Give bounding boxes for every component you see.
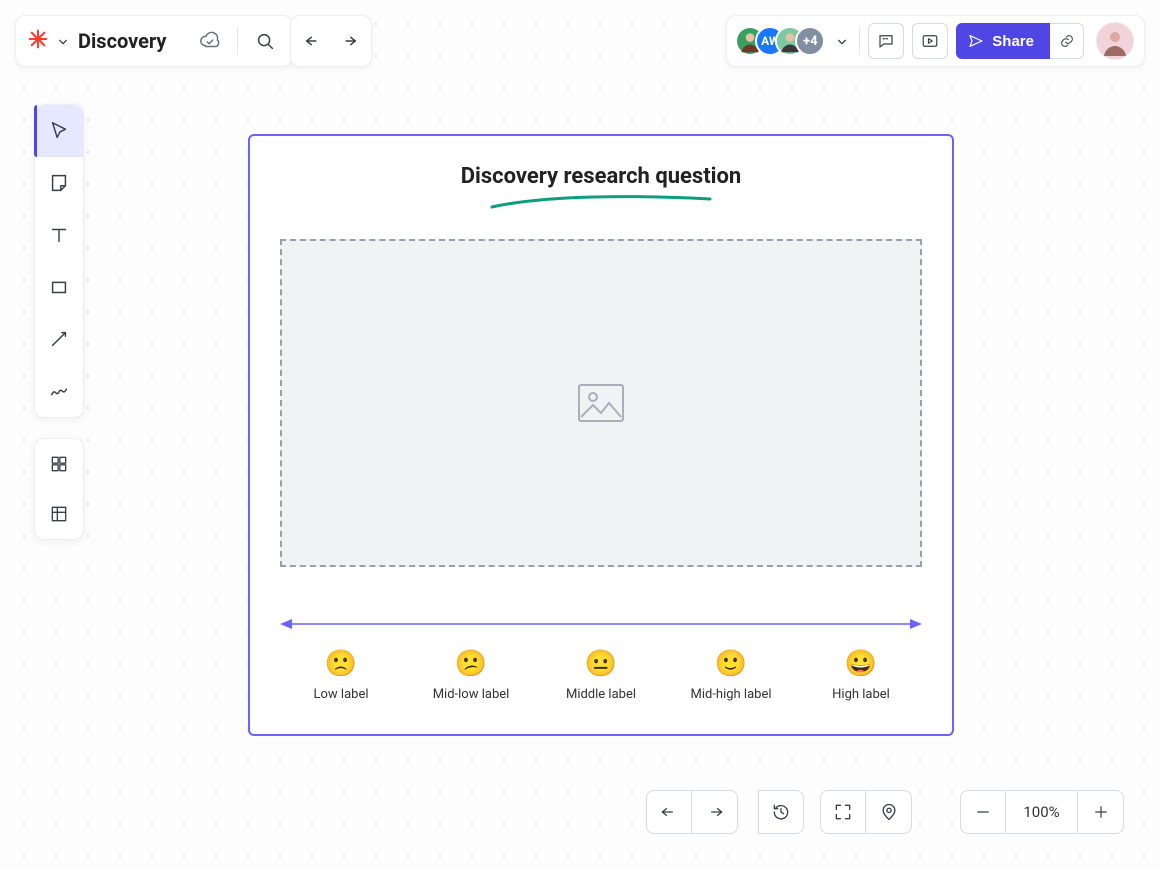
title-menu-caret[interactable] (58, 32, 68, 51)
tool-palette (34, 104, 84, 418)
underline-decoration (486, 193, 716, 211)
logo-icon (28, 29, 48, 53)
tool-line[interactable] (35, 313, 83, 365)
tool-frame[interactable] (35, 489, 83, 539)
share-label: Share (992, 33, 1034, 50)
bottom-fit-group (820, 790, 912, 834)
cursor-icon (48, 120, 70, 142)
zoom-in-button[interactable] (1078, 790, 1124, 834)
emoji-frown-icon: 🙁 (325, 651, 357, 677)
tool-palette-secondary (34, 438, 84, 540)
bottom-undo-group (646, 790, 738, 834)
fit-to-screen-button[interactable] (820, 790, 866, 834)
scale-point-4[interactable]: 😀 High label (806, 651, 916, 702)
separator (237, 27, 238, 55)
rating-scale: 🙁 Low label 😕 Mid-low label 😐 Middle lab… (280, 615, 922, 702)
plus-icon (1092, 803, 1110, 821)
text-icon (48, 224, 70, 246)
frame-icon (49, 504, 69, 524)
collaborator-avatars[interactable]: AW +4 (735, 26, 825, 56)
redo-button[interactable] (331, 24, 365, 58)
line-icon (48, 328, 70, 350)
zoom-level[interactable]: 100% (1006, 790, 1078, 834)
undo-button[interactable] (297, 24, 331, 58)
scale-label: Mid-high label (690, 687, 771, 702)
title-toolbar: Discovery (15, 15, 293, 67)
tool-grid[interactable] (35, 439, 83, 489)
avatar-overflow-count[interactable]: +4 (795, 26, 825, 56)
share-button[interactable]: Share (956, 23, 1050, 59)
zoom-out-button[interactable] (960, 790, 1006, 834)
version-history-button[interactable] (758, 790, 804, 834)
rectangle-icon (48, 276, 70, 298)
undo-icon (659, 802, 679, 822)
scale-label: Middle label (566, 687, 636, 702)
profile-avatar[interactable] (1096, 22, 1134, 60)
scale-point-2[interactable]: 😐 Middle label (546, 651, 656, 702)
send-icon (968, 33, 984, 49)
present-button[interactable] (912, 23, 948, 59)
collab-toolbar: AW +4 Share (726, 15, 1145, 67)
emoji-grin-icon: 😀 (845, 651, 877, 677)
bottom-undo-button[interactable] (646, 790, 692, 834)
location-button[interactable] (866, 790, 912, 834)
grid-icon (49, 454, 69, 474)
expand-icon (833, 802, 853, 822)
pin-icon (879, 802, 899, 822)
zoom-group: 100% (960, 790, 1124, 834)
history-toolbar (290, 15, 372, 67)
frame-title[interactable]: Discovery research question (280, 164, 922, 189)
scale-point-3[interactable]: 🙂 Mid-high label (676, 651, 786, 702)
scale-label: Low label (314, 687, 369, 702)
image-icon (577, 383, 625, 423)
search-button[interactable] (248, 24, 282, 58)
scale-point-1[interactable]: 😕 Mid-low label (416, 651, 526, 702)
sticky-icon (48, 172, 70, 194)
tool-select[interactable] (35, 105, 83, 157)
scale-axis (280, 615, 922, 633)
tool-sticky-note[interactable] (35, 157, 83, 209)
copy-link-button[interactable] (1050, 23, 1084, 59)
scale-label: High label (832, 687, 890, 702)
collaborators-caret[interactable] (833, 32, 851, 51)
link-icon (1059, 33, 1075, 49)
tool-text[interactable] (35, 209, 83, 261)
history-icon (771, 802, 791, 822)
canvas-frame[interactable]: Discovery research question 🙁 Low label … (248, 134, 954, 736)
scale-label: Mid-low label (433, 687, 510, 702)
minus-icon (974, 803, 992, 821)
bottom-redo-button[interactable] (692, 790, 738, 834)
cloud-sync-icon[interactable] (193, 24, 227, 58)
separator (859, 27, 860, 55)
scale-point-0[interactable]: 🙁 Low label (286, 651, 396, 702)
emoji-slightfrown-icon: 😕 (455, 651, 487, 677)
bottom-history-group (758, 790, 804, 834)
emoji-neutral-icon: 😐 (585, 651, 617, 677)
document-title[interactable]: Discovery (78, 29, 167, 53)
redo-icon (705, 802, 725, 822)
comments-button[interactable] (868, 23, 904, 59)
image-placeholder[interactable] (280, 239, 922, 567)
scribble-icon (48, 380, 70, 402)
emoji-smile-icon: 🙂 (715, 651, 747, 677)
tool-draw[interactable] (35, 365, 83, 417)
tool-shape[interactable] (35, 261, 83, 313)
